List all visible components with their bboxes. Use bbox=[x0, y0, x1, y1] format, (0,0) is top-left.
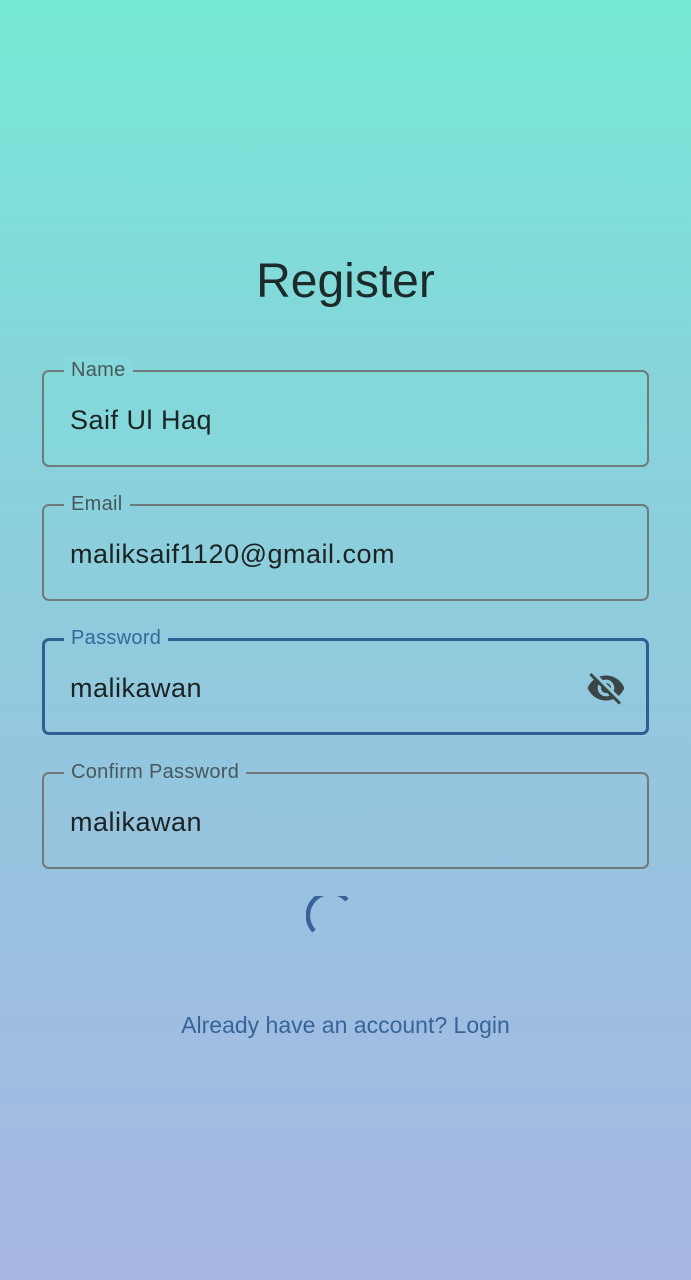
progress-spinner bbox=[305, 890, 354, 944]
email-field-label: Email bbox=[64, 492, 130, 516]
password-field-label: Password bbox=[64, 626, 169, 650]
visibility-off-icon[interactable] bbox=[584, 668, 628, 708]
confirm-password-field-label: Confirm Password bbox=[64, 760, 247, 784]
password-field[interactable]: Password malikawan bbox=[42, 626, 649, 735]
name-field-label: Name bbox=[64, 358, 133, 382]
email-field-value[interactable]: maliksaif1120@gmail.com bbox=[70, 537, 395, 571]
name-field-value[interactable]: Saif Ul Haq bbox=[70, 403, 212, 437]
confirm-password-field[interactable]: Confirm Password malikawan bbox=[42, 760, 649, 869]
login-link[interactable]: Already have an account? Login bbox=[0, 1010, 691, 1040]
confirm-password-field-value[interactable]: malikawan bbox=[70, 805, 202, 839]
name-field[interactable]: Name Saif Ul Haq bbox=[42, 358, 649, 467]
email-field[interactable]: Email maliksaif1120@gmail.com bbox=[42, 492, 649, 601]
page-title: Register bbox=[256, 255, 435, 308]
password-field-value[interactable]: malikawan bbox=[70, 671, 202, 705]
register-screen: Register Name Saif Ul Haq Email maliksai… bbox=[0, 0, 691, 1280]
